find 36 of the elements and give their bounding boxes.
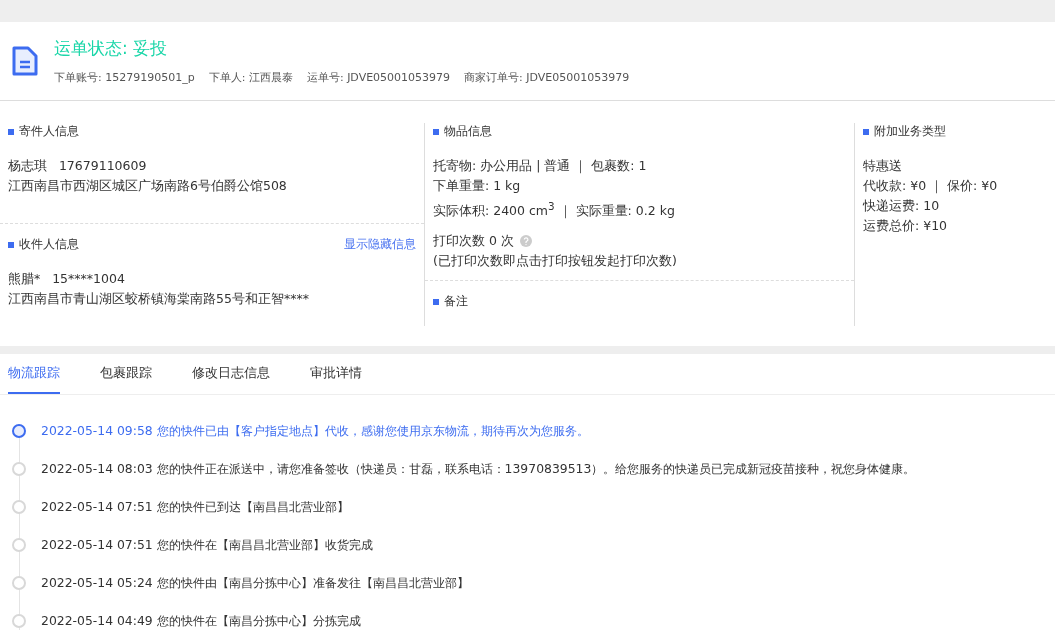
goods-info-line: 下单重量: 1 kg: [433, 177, 522, 195]
document-icon: [10, 45, 40, 77]
section-title: 附加业务类型: [863, 123, 946, 140]
service-info-line: 运费总价: ¥10: [863, 217, 949, 235]
waybill-status: 运单状态: 妥投: [54, 37, 169, 60]
sender-address: 江西南昌市西湖区城区广场南路6号伯爵公馆508: [8, 177, 288, 195]
print-count: 打印次数 0 次: [433, 232, 514, 251]
receiver-address: 江西南昌市青山湖区蛟桥镇海棠南路55号和正智****: [8, 290, 310, 308]
tracking-event: 2022-05-14 05:24 您的快件由【南昌分拣中心】准备发往【南昌昌北营业部】: [41, 574, 469, 592]
section-title: 寄件人信息: [8, 123, 79, 140]
receiver-contact: 熊腊* 15****1004: [8, 270, 126, 288]
tab[interactable]: 物流跟踪: [8, 354, 60, 394]
service-info-line: 快递运费: 10: [863, 197, 941, 215]
order-field: 下单人: 江西晨泰: [208, 70, 293, 85]
section-title: 物品信息: [433, 123, 492, 140]
goods-info-line: 托寄物: 办公用品 | 普通 ｜ 包裹数: 1: [433, 157, 648, 176]
tab[interactable]: 审批详情: [310, 354, 362, 394]
tracking-event: 2022-05-14 08:03 您的快件正在派送中，请您准备签收（快递员：甘磊，联系电话：13970839513）。给您服务的快递员已完成新冠疫苗接种，祝您身体健康。: [41, 460, 916, 478]
print-note: (已打印次数即点击打印按钮发起打印次数): [433, 252, 678, 271]
service-info-line: 特惠送: [863, 157, 903, 175]
tracking-event: 2022-05-14 09:58 您的快件已由【客户指定地点】代收，感谢您使用京东物流，期待再次为您服务。: [41, 422, 589, 440]
order-field: 商家订单号: JDVE05001053979: [464, 70, 630, 85]
section-title: 收件人信息: [8, 236, 79, 253]
service-info-line: 代收款: ¥0 ｜ 保价: ¥0: [863, 177, 999, 196]
tab[interactable]: 修改日志信息: [192, 354, 270, 394]
tracking-event: 2022-05-14 04:49 您的快件在【南昌分拣中心】分拣完成: [41, 612, 361, 630]
tab[interactable]: 包裹跟踪: [100, 354, 152, 394]
section-title: 备注: [433, 293, 468, 310]
tracking-event: 2022-05-14 07:51 您的快件已到达【南昌昌北营业部】: [41, 498, 349, 516]
help-icon[interactable]: [519, 235, 532, 248]
goods-info-line: 实际体积: 2400 cm$^{3}$ ｜ 实际重量: 0.2 kg: [433, 199, 676, 221]
order-field: 下单账号: 15279190501_p: [54, 70, 195, 85]
tracking-event: 2022-05-14 07:51 您的快件在【南昌昌北营业部】收货完成: [41, 536, 373, 554]
order-field: 运单号: JDVE05001053979: [306, 70, 451, 85]
show-hidden-link[interactable]: 显示隐藏信息: [344, 236, 416, 253]
sender-contact: 杨志琪 17679110609: [8, 157, 148, 175]
